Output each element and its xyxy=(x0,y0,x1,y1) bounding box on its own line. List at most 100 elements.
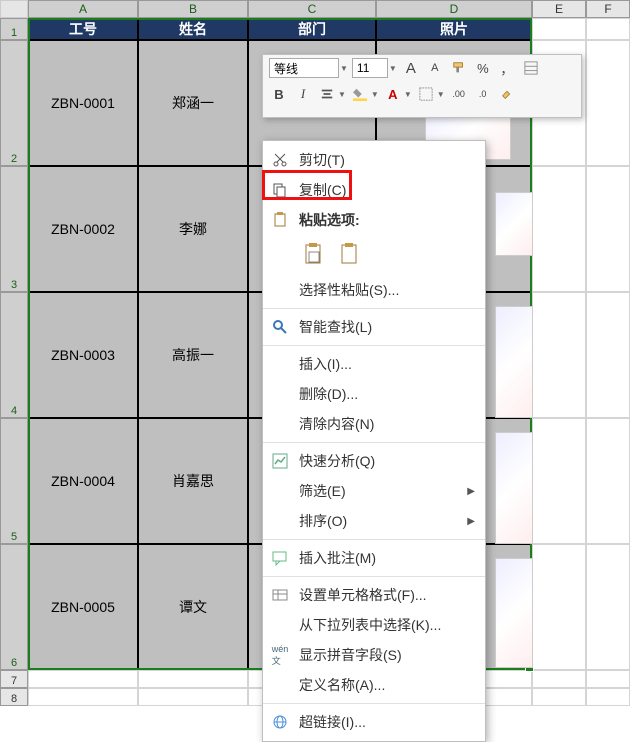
scissors-icon xyxy=(269,149,291,171)
cell-E3[interactable] xyxy=(532,166,586,292)
cell-E7[interactable] xyxy=(532,670,586,688)
paste-option-default[interactable] xyxy=(301,239,327,269)
row-header-2[interactable]: 2 xyxy=(0,40,28,166)
cell-F7[interactable] xyxy=(586,670,630,688)
cell-A8[interactable] xyxy=(28,688,138,706)
italic-button[interactable]: I xyxy=(293,84,313,104)
font-name-dropdown-icon[interactable]: ▼ xyxy=(340,64,348,73)
row-header-8[interactable]: 8 xyxy=(0,688,28,706)
bold-button[interactable]: B xyxy=(269,84,289,104)
menu-insert[interactable]: 插入(I)... xyxy=(263,349,485,379)
cell-F6[interactable] xyxy=(586,544,630,670)
font-color-icon[interactable]: A xyxy=(383,84,403,104)
col-header-E[interactable]: E xyxy=(532,0,586,18)
header-dept[interactable]: 部门 xyxy=(248,18,376,40)
col-header-B[interactable]: B xyxy=(138,0,248,18)
photo-thumbnail-3[interactable] xyxy=(495,306,533,418)
format-painter-icon[interactable] xyxy=(449,58,469,78)
header-photo[interactable]: 照片 xyxy=(376,18,532,40)
col-header-F[interactable]: F xyxy=(586,0,630,18)
align-dropdown-icon[interactable]: ▼ xyxy=(338,90,346,99)
row-header-6[interactable]: 6 xyxy=(0,544,28,670)
menu-format-cells[interactable]: 设置单元格格式(F)... xyxy=(263,580,485,610)
align-center-icon[interactable] xyxy=(317,84,337,104)
fill-color-dropdown-icon[interactable]: ▼ xyxy=(371,90,379,99)
cell-E1[interactable] xyxy=(532,18,586,40)
borders-dropdown-icon[interactable]: ▼ xyxy=(437,90,445,99)
menu-copy[interactable]: 复制(C) xyxy=(263,175,485,205)
paste-options-icons xyxy=(263,235,485,275)
row-header-5[interactable]: 5 xyxy=(0,418,28,544)
menu-pick-dropdown[interactable]: 从下拉列表中选择(K)... xyxy=(263,610,485,640)
format-cells-icon xyxy=(269,584,291,606)
cell-B6[interactable]: 谭文 xyxy=(138,544,248,670)
col-header-C[interactable]: C xyxy=(248,0,376,18)
cell-F5[interactable] xyxy=(586,418,630,544)
shrink-font-button[interactable]: A xyxy=(425,58,445,78)
menu-sort[interactable]: 排序(O) ▶ xyxy=(263,506,485,536)
paste-option-values[interactable] xyxy=(337,239,363,269)
menu-quick-analysis[interactable]: 快速分析(Q) xyxy=(263,446,485,476)
cell-B7[interactable] xyxy=(138,670,248,688)
col-header-A[interactable]: A xyxy=(28,0,138,18)
row-header-1[interactable]: 1 xyxy=(0,18,28,40)
photo-thumbnail-4[interactable] xyxy=(495,432,533,544)
increase-decimal-button[interactable]: .00 xyxy=(449,84,469,104)
menu-clear-contents[interactable]: 清除内容(N) xyxy=(263,409,485,439)
cell-A3[interactable]: ZBN-0002 xyxy=(28,166,138,292)
row-header-3[interactable]: 3 xyxy=(0,166,28,292)
cell-E5[interactable] xyxy=(532,418,586,544)
cell-F8[interactable] xyxy=(586,688,630,706)
cell-A7[interactable] xyxy=(28,670,138,688)
cell-A6[interactable]: ZBN-0005 xyxy=(28,544,138,670)
select-all-corner[interactable] xyxy=(0,0,28,18)
comma-style-button[interactable]: ， xyxy=(497,58,517,78)
header-code[interactable]: 工号 xyxy=(28,18,138,40)
menu-paste-special-label: 选择性粘贴(S)... xyxy=(299,280,399,300)
menu-cut[interactable]: 剪切(T) xyxy=(263,145,485,175)
photo-thumbnail-5[interactable] xyxy=(495,558,533,668)
font-name-input[interactable] xyxy=(269,58,339,78)
cell-B3[interactable]: 李娜 xyxy=(138,166,248,292)
row-header-7[interactable]: 7 xyxy=(0,670,28,688)
cell-E6[interactable] xyxy=(532,544,586,670)
menu-hyperlink[interactable]: 超链接(I)... xyxy=(263,707,485,737)
menu-show-phonetic[interactable]: wén文 显示拼音字段(S) xyxy=(263,640,485,670)
photo-thumbnail-2[interactable] xyxy=(495,192,533,256)
cell-A5[interactable]: ZBN-0004 xyxy=(28,418,138,544)
menu-insert-comment[interactable]: 插入批注(M) xyxy=(263,543,485,573)
grow-font-button[interactable]: A xyxy=(401,58,421,78)
font-size-dropdown-icon[interactable]: ▼ xyxy=(389,64,397,73)
menu-paste-special[interactable]: 选择性粘贴(S)... xyxy=(263,275,485,305)
cell-B5[interactable]: 肖嘉思 xyxy=(138,418,248,544)
cell-B4[interactable]: 高振一 xyxy=(138,292,248,418)
row-header-4[interactable]: 4 xyxy=(0,292,28,418)
cell-F3[interactable] xyxy=(586,166,630,292)
blank-icon xyxy=(269,480,291,502)
decrease-decimal-button[interactable]: .0 xyxy=(473,84,493,104)
cell-A2[interactable]: ZBN-0001 xyxy=(28,40,138,166)
menu-delete[interactable]: 删除(D)... xyxy=(263,379,485,409)
cell-A4[interactable]: ZBN-0003 xyxy=(28,292,138,418)
fill-color-icon[interactable] xyxy=(350,84,370,104)
font-color-dropdown-icon[interactable]: ▼ xyxy=(404,90,412,99)
cell-F2[interactable] xyxy=(586,40,630,166)
menu-filter[interactable]: 筛选(E) ▶ xyxy=(263,476,485,506)
menu-smart-lookup-label: 智能查找(L) xyxy=(299,317,372,337)
borders-icon[interactable] xyxy=(416,84,436,104)
header-name[interactable]: 姓名 xyxy=(138,18,248,40)
col-header-D[interactable]: D xyxy=(376,0,532,18)
cell-F4[interactable] xyxy=(586,292,630,418)
cell-B8[interactable] xyxy=(138,688,248,706)
format-painter2-icon[interactable] xyxy=(497,84,517,104)
cell-E8[interactable] xyxy=(532,688,586,706)
menu-delete-label: 删除(D)... xyxy=(299,384,358,404)
cell-E4[interactable] xyxy=(532,292,586,418)
menu-define-name[interactable]: 定义名称(A)... xyxy=(263,670,485,700)
font-size-input[interactable] xyxy=(352,58,388,78)
table-format-icon[interactable] xyxy=(521,58,541,78)
cell-B2[interactable]: 郑涵一 xyxy=(138,40,248,166)
cell-F1[interactable] xyxy=(586,18,630,40)
percent-button[interactable]: % xyxy=(473,58,493,78)
menu-smart-lookup[interactable]: 智能查找(L) xyxy=(263,312,485,342)
